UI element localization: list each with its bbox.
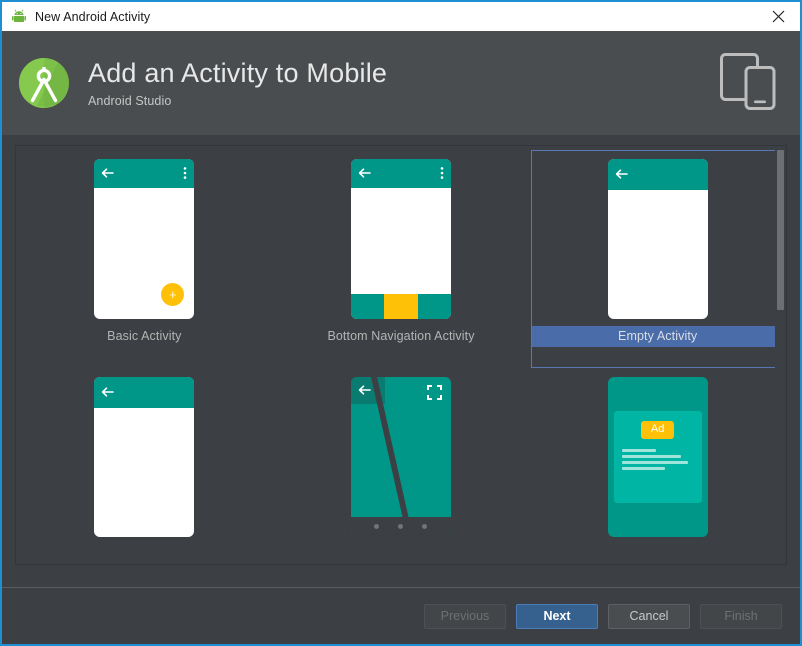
- window-title: New Android Activity: [35, 9, 151, 24]
- template-card-row2-first[interactable]: [18, 368, 271, 564]
- bottom-nav-item: [417, 293, 451, 319]
- template-card-google-admob-ads-activity[interactable]: Ad: [531, 368, 784, 564]
- template-browser: + Basic Activity Bottom Navigation Activ…: [2, 135, 800, 587]
- thumbnail: [532, 151, 783, 326]
- template-card-basic-activity[interactable]: + Basic Activity: [18, 150, 271, 368]
- nav-dot-icon: [374, 524, 380, 529]
- title-bar: New Android Activity: [2, 2, 800, 31]
- phone-mock: [94, 376, 195, 537]
- template-label: [276, 544, 527, 551]
- back-arrow-icon: [102, 168, 115, 178]
- bottom-navigation-bar: [350, 293, 451, 319]
- new-android-activity-dialog: New Android Activity Add an Activity to …: [0, 0, 802, 646]
- close-icon: [772, 10, 784, 23]
- template-grid: + Basic Activity Bottom Navigation Activ…: [16, 146, 786, 564]
- scrollbar-thumb[interactable]: [777, 150, 784, 310]
- diagonal-divider: [370, 376, 413, 537]
- ad-text-line: [621, 460, 688, 464]
- ad-content-panel: Ad: [613, 410, 702, 503]
- back-arrow-icon: [615, 169, 628, 179]
- cancel-button[interactable]: Cancel: [608, 603, 690, 629]
- overflow-menu-icon: [440, 167, 444, 179]
- back-arrow-icon: [358, 168, 371, 178]
- finish-button[interactable]: Finish: [700, 603, 782, 629]
- app-bar: [94, 158, 195, 188]
- overflow-menu-icon: [184, 167, 187, 179]
- tablet-and-phone-icon: [720, 51, 782, 116]
- template-label: [19, 544, 270, 551]
- template-label: [532, 544, 783, 551]
- fullscreen-expand-icon: [426, 384, 442, 400]
- thumbnail: [276, 369, 527, 544]
- phone-mock-fullscreen: [350, 376, 451, 537]
- phone-mock-ads: Ad: [607, 376, 708, 537]
- app-bar: [350, 158, 451, 188]
- android-studio-logo: [16, 55, 72, 111]
- ad-text-line: [621, 454, 681, 458]
- dialog-footer: Previous Next Cancel Finish: [2, 587, 800, 644]
- system-navigation-bar: [350, 516, 451, 537]
- template-label: Bottom Navigation Activity: [327, 329, 475, 343]
- app-bar: [94, 376, 195, 408]
- nav-dot-icon: [398, 524, 404, 529]
- bottom-nav-item: [350, 293, 385, 319]
- thumbnail: Ad: [532, 369, 783, 544]
- page-title: Add an Activity to Mobile: [88, 57, 388, 88]
- phone-mock: +: [94, 158, 195, 319]
- thumbnail: +: [19, 151, 270, 326]
- android-robot-icon: [11, 9, 27, 25]
- page-subtitle: Android Studio: [88, 94, 172, 109]
- previous-button[interactable]: Previous: [424, 603, 506, 629]
- back-arrow-icon: [102, 387, 115, 397]
- ad-text-line: [621, 466, 665, 470]
- ad-badge: Ad: [640, 420, 675, 439]
- bottom-nav-item-active: [384, 293, 418, 319]
- vertical-scrollbar[interactable]: [775, 146, 786, 564]
- dialog-header: Add an Activity to Mobile Android Studio: [2, 31, 800, 135]
- nav-dot-icon: [422, 524, 428, 529]
- ad-text-line: [621, 448, 657, 452]
- thumbnail: [19, 369, 270, 544]
- template-card-bottom-navigation-activity[interactable]: Bottom Navigation Activity: [275, 150, 528, 368]
- back-arrow-icon: [358, 384, 371, 395]
- floating-action-button-icon: +: [161, 282, 185, 306]
- ad-text-lines: [621, 448, 694, 473]
- template-panel: + Basic Activity Bottom Navigation Activ…: [15, 145, 787, 565]
- thumbnail: [276, 151, 527, 326]
- template-card-empty-activity[interactable]: Empty Activity: [531, 150, 784, 368]
- next-button[interactable]: Next: [516, 603, 598, 629]
- template-label: Basic Activity: [107, 329, 182, 343]
- close-button[interactable]: [756, 2, 800, 31]
- phone-mock: [607, 158, 708, 319]
- template-card-fullscreen-activity[interactable]: [275, 368, 528, 564]
- template-label: Empty Activity: [532, 326, 783, 347]
- app-bar: [607, 158, 708, 190]
- phone-mock: [350, 158, 451, 319]
